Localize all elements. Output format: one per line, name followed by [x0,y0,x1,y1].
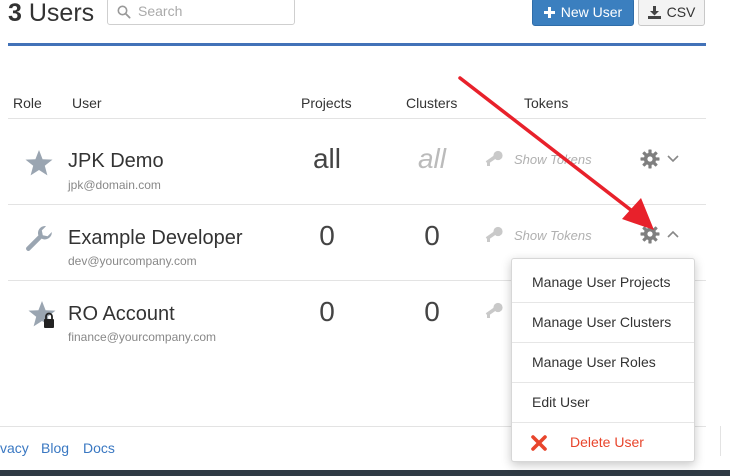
menu-item-edit-user[interactable]: Edit User [512,382,694,422]
delete-user-label: Delete User [570,434,644,450]
menu-item-manage-projects[interactable]: Manage User Projects [512,262,694,302]
menu-item-delete-user[interactable]: Delete User [512,422,694,462]
row-actions-menu: Manage User Projects Manage User Cluster… [511,258,695,462]
menu-item-manage-roles[interactable]: Manage User Roles [512,342,694,382]
menu-item-manage-clusters[interactable]: Manage User Clusters [512,302,694,342]
delete-x-icon [531,435,547,451]
